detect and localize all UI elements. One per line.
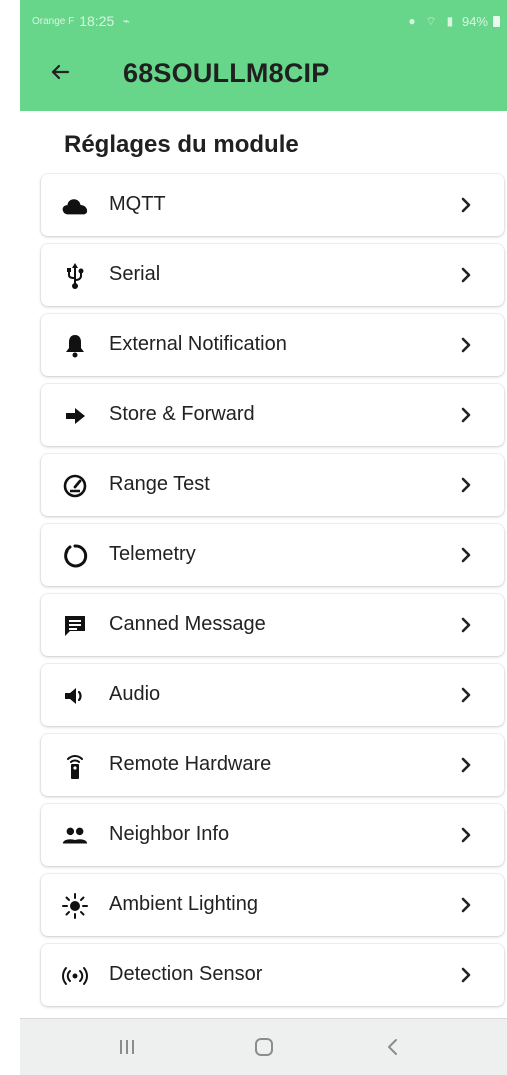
settings-item-label: External Notification	[109, 333, 287, 355]
usb-icon	[61, 262, 89, 290]
battery-icon	[493, 15, 500, 27]
message-icon	[61, 612, 89, 640]
chevron-right-icon	[461, 547, 471, 563]
settings-item-label: Store & Forward	[109, 403, 255, 425]
battery-percent: 94%	[461, 13, 488, 29]
home-button[interactable]	[243, 1029, 285, 1065]
chevron-right-icon	[461, 197, 471, 213]
status-left: Orange F 18:25 ⌁	[32, 13, 133, 29]
signal-icon: ▮	[446, 14, 454, 28]
settings-item-label: Ambient Lighting	[109, 893, 258, 915]
settings-item-serial[interactable]: Serial	[41, 244, 504, 306]
settings-item-canned-message[interactable]: Canned Message	[41, 594, 504, 656]
signal-wave-icon: ⌁	[122, 14, 130, 28]
settings-item-remote-hardware[interactable]: Remote Hardware	[41, 734, 504, 796]
bell-icon	[61, 332, 89, 360]
settings-item-label: Serial	[109, 263, 161, 285]
light-icon	[61, 892, 89, 920]
sensor-icon	[61, 962, 89, 990]
chevron-right-icon	[461, 267, 471, 283]
settings-item-range-test[interactable]: Range Test	[41, 454, 504, 516]
page-title: 68SOULLM8CIP	[123, 58, 330, 88]
back-nav-button[interactable]	[372, 1029, 414, 1065]
arrow-right-icon	[61, 402, 89, 430]
settings-item-label: Canned Message	[109, 613, 266, 635]
chevron-right-icon	[461, 477, 471, 493]
chevron-right-icon	[461, 967, 471, 983]
chevron-right-icon	[461, 757, 471, 773]
settings-item-label: Telemetry	[109, 543, 196, 565]
settings-item-label: MQTT	[109, 193, 166, 215]
settings-item-label: Detection Sensor	[109, 963, 263, 985]
back-icon	[388, 1039, 397, 1055]
volume-icon	[61, 682, 89, 710]
settings-item-ambient-lighting[interactable]: Ambient Lighting	[41, 874, 504, 936]
chevron-right-icon	[461, 687, 471, 703]
chevron-right-icon	[461, 617, 471, 633]
settings-item-label: Range Test	[109, 473, 210, 495]
settings-item-detection-sensor[interactable]: Detection Sensor	[41, 944, 504, 1006]
settings-item-label: Neighbor Info	[109, 823, 230, 845]
loading-circle-icon	[61, 542, 89, 570]
back-button[interactable]	[45, 57, 75, 87]
cloud-icon	[61, 192, 89, 220]
module-settings-list: MQTT Serial External Notification Store …	[41, 174, 504, 1014]
settings-item-telemetry[interactable]: Telemetry	[41, 524, 504, 586]
chevron-right-icon	[461, 827, 471, 843]
status-right: ● ⌔ ▮ 94%	[405, 14, 500, 29]
record-icon: ●	[408, 14, 416, 28]
chevron-right-icon	[461, 897, 471, 913]
settings-item-store-forward[interactable]: Store & Forward	[41, 384, 504, 446]
settings-item-audio[interactable]: Audio	[41, 664, 504, 726]
settings-item-neighbor-info[interactable]: Neighbor Info	[41, 804, 504, 866]
status-bar: Orange F 18:25 ⌁ ● ⌔ ▮ 94%	[32, 12, 500, 30]
recent-apps-icon	[120, 1040, 134, 1054]
recent-apps-button[interactable]	[106, 1029, 148, 1065]
arrow-left-icon	[51, 64, 70, 80]
section-title: Réglages du module	[64, 131, 299, 158]
settings-item-label: Audio	[109, 683, 161, 705]
settings-item-external-notification[interactable]: External Notification	[41, 314, 504, 376]
settings-item-mqtt[interactable]: MQTT	[41, 174, 504, 236]
status-time: 18:25	[79, 13, 115, 29]
people-icon	[61, 822, 89, 850]
wifi-icon: ⌔	[425, 14, 437, 28]
remote-icon	[61, 752, 89, 780]
home-icon	[255, 1038, 273, 1056]
carrier-label: Orange F	[32, 15, 75, 27]
speedometer-icon	[61, 472, 89, 500]
chevron-right-icon	[461, 407, 471, 423]
settings-screen: Orange F 18:25 ⌁ ● ⌔ ▮ 94% 68SOULLM8CIP …	[0, 0, 507, 1075]
settings-item-label: Remote Hardware	[109, 753, 272, 775]
system-navigation-bar	[20, 1018, 507, 1075]
chevron-right-icon	[461, 337, 471, 353]
